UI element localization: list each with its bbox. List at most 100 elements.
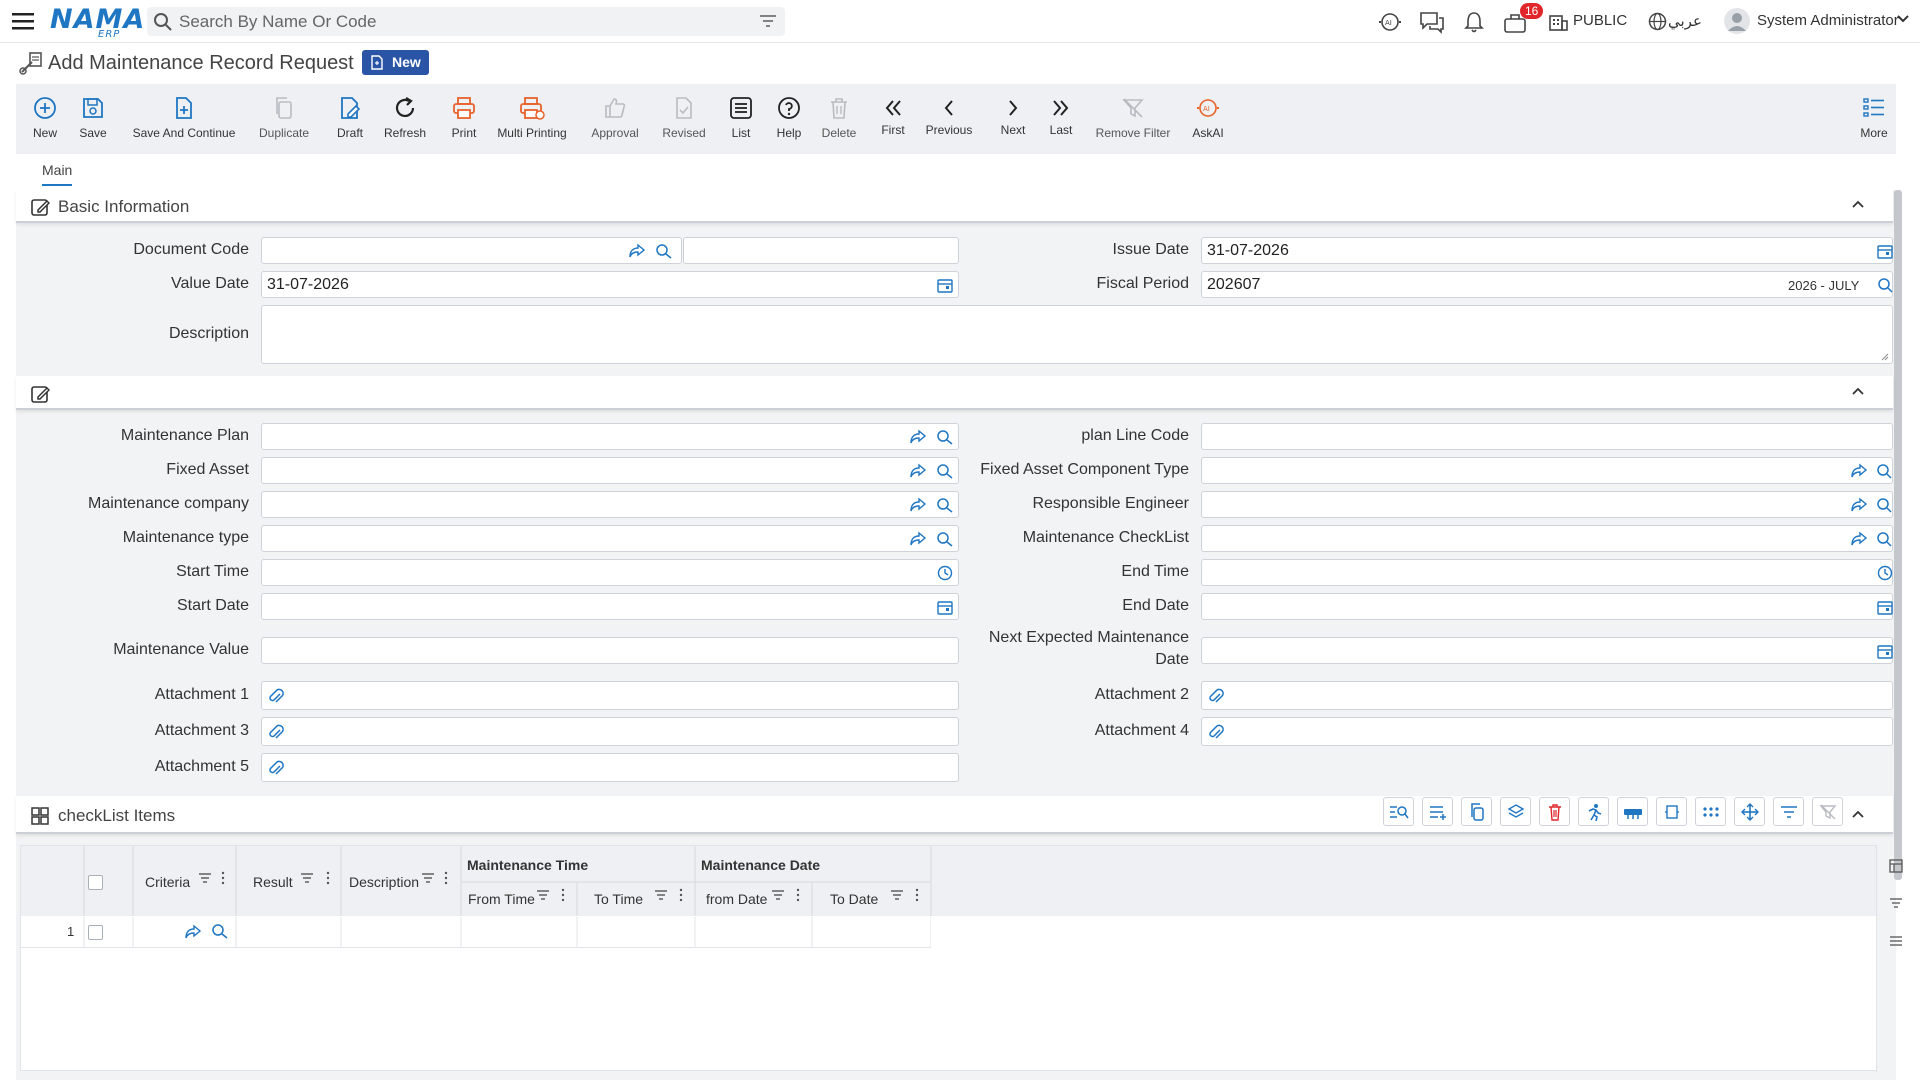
attachment-2-field[interactable]: [1201, 681, 1893, 710]
lookup-search-icon[interactable]: [655, 243, 673, 259]
share-icon[interactable]: [1850, 463, 1868, 479]
scope-label[interactable]: PUBLIC: [1573, 12, 1627, 29]
revised-button[interactable]: Revised: [660, 96, 708, 140]
attachment-3-field[interactable]: [261, 717, 959, 746]
issue-date-field[interactable]: 31-07-2026: [1201, 237, 1893, 264]
document-code-field[interactable]: [261, 237, 682, 264]
description-textarea[interactable]: [261, 305, 1893, 364]
grid-search-button[interactable]: [1383, 797, 1414, 826]
maintenance-plan-field[interactable]: [261, 423, 959, 450]
next-button[interactable]: Next: [998, 96, 1028, 137]
responsible-engineer-field[interactable]: [1201, 491, 1893, 518]
search-input[interactable]: [179, 7, 739, 36]
paperclip-icon[interactable]: [1208, 723, 1224, 741]
fixed-asset-field[interactable]: [261, 457, 959, 484]
start-time-field[interactable]: [261, 559, 959, 586]
maintenance-company-field[interactable]: [261, 491, 959, 518]
grid-delete-button[interactable]: [1539, 797, 1570, 826]
lookup-search-icon[interactable]: [1876, 531, 1892, 547]
bell-icon[interactable]: [1462, 10, 1486, 34]
paperclip-icon[interactable]: [268, 759, 284, 777]
duplicate-button[interactable]: Duplicate: [256, 96, 312, 140]
lookup-search-icon[interactable]: [936, 497, 954, 513]
value-date-field[interactable]: 31-07-2026: [261, 271, 959, 298]
paperclip-icon[interactable]: [268, 723, 284, 741]
chevron-up-icon[interactable]: [1851, 199, 1865, 209]
details-section-header[interactable]: [16, 376, 1893, 410]
filter-icon[interactable]: [759, 13, 777, 29]
grid-move-button[interactable]: [1734, 797, 1765, 826]
grid-fit-button[interactable]: [1656, 797, 1687, 826]
chat-icon[interactable]: [1419, 10, 1445, 34]
filter-panel-icon[interactable]: [1889, 897, 1903, 909]
share-icon[interactable]: [909, 531, 927, 547]
print-button[interactable]: Print: [446, 96, 482, 140]
fixed-asset-component-type-field[interactable]: [1201, 457, 1893, 484]
clock-icon[interactable]: [937, 565, 953, 581]
app-logo[interactable]: NAMA ERP: [50, 4, 145, 40]
next-expected-maintenance-date-field[interactable]: [1201, 637, 1893, 664]
lookup-search-icon[interactable]: [1876, 497, 1892, 513]
maintenance-value-field[interactable]: [261, 637, 959, 664]
grid-layers-button[interactable]: [1500, 797, 1531, 826]
basic-information-header[interactable]: Basic Information: [16, 189, 1893, 223]
grid-run-button[interactable]: [1578, 797, 1609, 826]
share-icon[interactable]: [909, 497, 927, 513]
hamburger-menu-icon[interactable]: [12, 11, 34, 31]
attachment-5-field[interactable]: [261, 753, 959, 782]
paperclip-icon[interactable]: [268, 687, 284, 705]
askai-button[interactable]: AI AskAI: [1190, 96, 1226, 140]
avatar[interactable]: [1724, 8, 1750, 34]
remove-filter-button[interactable]: Remove Filter: [1094, 96, 1172, 140]
save-and-continue-button[interactable]: Save And Continue: [129, 96, 239, 140]
end-date-field[interactable]: [1201, 593, 1893, 620]
lookup-search-icon[interactable]: [936, 531, 954, 547]
fiscal-period-field[interactable]: 202607 2026 - JULY: [1201, 271, 1893, 298]
menu-panel-icon[interactable]: [1889, 935, 1903, 947]
maintenance-type-field[interactable]: [261, 525, 959, 552]
ai-assistant-icon[interactable]: AI: [1378, 10, 1402, 34]
tab-main[interactable]: Main: [42, 162, 73, 186]
refresh-button[interactable]: Refresh: [380, 96, 430, 140]
last-button[interactable]: Last: [1046, 96, 1076, 137]
delete-button[interactable]: Delete: [820, 96, 858, 140]
clock-icon[interactable]: [1877, 565, 1893, 581]
previous-button[interactable]: Previous: [924, 96, 974, 137]
table-row[interactable]: 1: [21, 917, 931, 948]
save-button[interactable]: Save: [78, 96, 108, 140]
end-time-field[interactable]: [1201, 559, 1893, 586]
approval-button[interactable]: Approval: [588, 96, 642, 140]
grid-clear-filter-button[interactable]: [1812, 797, 1843, 826]
attachment-4-field[interactable]: [1201, 717, 1893, 746]
grid-import-button[interactable]: [1617, 797, 1648, 826]
start-date-field[interactable]: [261, 593, 959, 620]
chevron-down-icon[interactable]: [1896, 14, 1910, 24]
column-filter-menu-icons[interactable]: [21, 846, 961, 918]
share-icon[interactable]: [1850, 497, 1868, 513]
grid-filter-button[interactable]: [1773, 797, 1804, 826]
draft-button[interactable]: Draft: [330, 96, 370, 140]
lookup-search-icon[interactable]: [936, 463, 954, 479]
resize-handle-icon[interactable]: [1881, 353, 1889, 361]
document-name-field[interactable]: [683, 237, 959, 264]
list-button[interactable]: List: [726, 96, 756, 140]
multi-printing-button[interactable]: Multi Printing: [494, 96, 570, 140]
new-button[interactable]: New: [30, 96, 60, 140]
attachment-1-field[interactable]: [261, 681, 959, 710]
chevron-up-icon[interactable]: [1851, 386, 1865, 396]
paperclip-icon[interactable]: [1208, 687, 1224, 705]
calendar-icon[interactable]: [1877, 243, 1893, 259]
lookup-search-icon[interactable]: [1877, 277, 1893, 293]
lookup-search-icon[interactable]: [1876, 463, 1892, 479]
maintenance-checklist-field[interactable]: [1201, 525, 1893, 552]
calendar-icon[interactable]: [1877, 643, 1893, 659]
calendar-icon[interactable]: [1877, 599, 1893, 615]
language-switch[interactable]: عربي: [1668, 12, 1702, 30]
plan-line-code-field[interactable]: [1201, 423, 1893, 450]
grid-add-row-button[interactable]: [1422, 797, 1453, 826]
checklist-items-header[interactable]: checkList Items: [16, 796, 1893, 834]
vertical-scrollbar[interactable]: [1894, 190, 1902, 880]
help-button[interactable]: Help: [774, 96, 804, 140]
share-icon[interactable]: [1850, 531, 1868, 547]
more-button[interactable]: More: [1858, 96, 1890, 140]
